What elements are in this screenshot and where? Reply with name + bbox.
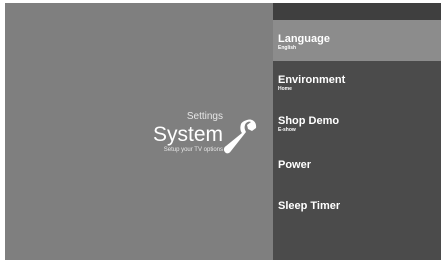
menu-item-label: Language — [278, 33, 330, 45]
menu-item-environment[interactable]: Environment Home — [273, 61, 441, 102]
menu-item-label: Shop Demo — [278, 115, 340, 127]
menu-item-label: Environment — [278, 74, 346, 86]
menu-item-shop-demo[interactable]: Shop Demo E-show — [273, 102, 441, 143]
menu-item-value: E-show — [278, 127, 296, 133]
menu-item-language[interactable]: Language English — [273, 20, 441, 61]
menu-item-label: Sleep Timer — [278, 200, 341, 212]
wrench-icon — [223, 119, 257, 154]
menu-item-power[interactable]: Power — [273, 143, 441, 184]
menu-item-sleep-timer[interactable]: Sleep Timer — [273, 184, 441, 225]
menu-item-value: English — [278, 45, 297, 51]
tv-screen: Settings System Setup your TV options La… — [5, 3, 441, 260]
header-block: Settings System Setup your TV options — [153, 111, 223, 154]
menu-item-value: Home — [278, 86, 292, 92]
settings-header-panel: Settings System Setup your TV options — [5, 3, 273, 260]
menu-item-label: Power — [278, 159, 312, 171]
page-subtitle: Setup your TV options — [163, 147, 223, 153]
menu-top-bar — [273, 3, 441, 20]
page-title: System — [152, 123, 223, 146]
breadcrumb: Settings — [186, 111, 223, 122]
settings-menu: Language English Environment Home Shop D… — [273, 3, 441, 260]
